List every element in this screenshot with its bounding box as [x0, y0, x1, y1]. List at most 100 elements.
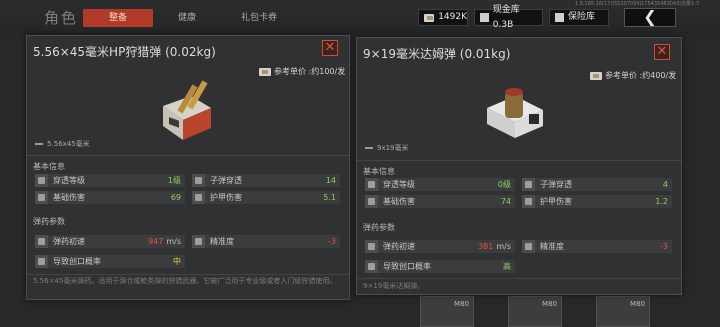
- section-ammo-params: 弹药参数: [33, 217, 65, 226]
- cash-vault-label: 现金库 0.3B: [492, 4, 520, 30]
- stat-base-damage: 基础伤害 74: [365, 195, 515, 208]
- bullet-penetration-icon: [522, 178, 535, 191]
- caliber-label: 9x19毫米: [377, 144, 409, 152]
- caliber-icon: [35, 143, 43, 145]
- stat-bullet-penetration: 子弹穿透 4: [522, 178, 672, 191]
- item-description: 5.56×45毫米弹药。适用于弹仓或枪类弹的狩猎武器。它被广泛用于专业级或者入门…: [33, 277, 337, 285]
- stat-armor-damage: 护甲伤害 5.1: [192, 191, 340, 204]
- penetration-level-icon: [365, 178, 378, 191]
- stat-value: 1.2: [655, 197, 668, 206]
- back-button[interactable]: ❮: [624, 8, 676, 27]
- cash-vault-button[interactable]: 现金库 0.3B: [474, 5, 543, 30]
- page-title: 角色: [44, 9, 79, 27]
- stat-label: 穿透等级: [53, 176, 85, 185]
- stat-value: 高: [503, 262, 511, 271]
- item-title: 9×19毫米达姆弹 (0.01kg): [363, 47, 511, 61]
- wound-icon: [365, 260, 378, 273]
- stat-number: 381: [478, 242, 494, 251]
- stat-accuracy: 精准度 -3: [522, 240, 672, 253]
- penetration-level-icon: [35, 174, 48, 187]
- item-description: 9×19毫米达姆弹。: [363, 282, 425, 290]
- stat-label: 弹药初速: [383, 242, 415, 251]
- stat-armor-damage: 护甲伤害 1.2: [522, 195, 672, 208]
- item-info-panel-left: 5.56×45毫米HP狩猎弹 (0.02kg) ✕ 参考单价 :约100/发 5…: [26, 35, 350, 300]
- stat-label: 子弹穿透: [540, 180, 572, 189]
- muzzle-velocity-icon: [365, 240, 378, 253]
- inventory-slot[interactable]: M80: [508, 296, 562, 327]
- stat-label: 基础伤害: [383, 197, 415, 206]
- stat-penetration-level: 穿透等级 1级: [35, 174, 185, 187]
- tab-gift-coupons[interactable]: 礼包卡券: [228, 9, 290, 27]
- stat-base-damage: 基础伤害 69: [35, 191, 185, 204]
- stat-label: 精准度: [540, 242, 564, 251]
- price-label: 参考单价 :约400/发: [605, 71, 677, 80]
- stat-value: 1级: [167, 176, 181, 185]
- stat-value: 5.1: [323, 193, 336, 202]
- stat-value: 69: [170, 193, 181, 202]
- price-label: 参考单价 :约100/发: [274, 67, 346, 76]
- close-button[interactable]: ✕: [322, 40, 338, 56]
- stat-value: -3: [328, 237, 336, 246]
- section-basic-info: 基本信息: [33, 162, 65, 171]
- item-title: 5.56×45毫米HP狩猎弹 (0.02kg): [33, 45, 216, 59]
- stat-label: 基础伤害: [53, 193, 85, 202]
- vault-icon: [480, 13, 489, 22]
- cash-icon: [259, 67, 271, 76]
- price-info: 参考单价 :约100/发: [259, 66, 345, 77]
- ammo-box-icon: [163, 80, 211, 140]
- debug-info: 1.8.165.16(17)|55207034|175435483043|流量1…: [575, 1, 700, 7]
- stat-label: 弹药初速: [53, 237, 85, 246]
- divider: [357, 160, 681, 161]
- tab-equipment[interactable]: 整备: [83, 9, 153, 27]
- heart-broken-icon: [365, 195, 378, 208]
- stat-unit: m/s: [166, 237, 181, 246]
- currency-display: 1492K: [418, 9, 468, 26]
- stat-value: -3: [660, 242, 668, 251]
- item-info-panel-right: 9×19毫米达姆弹 (0.01kg) ✕ 参考单价 :约400/发 9x19毫米…: [356, 37, 682, 295]
- divider: [357, 278, 681, 279]
- stat-value: 947 m/s: [148, 237, 185, 246]
- crosshair-icon: [192, 235, 205, 248]
- price-info: 参考单价 :约400/发: [590, 70, 676, 81]
- stat-label: 精准度: [210, 237, 234, 246]
- section-basic-info: 基本信息: [363, 167, 395, 176]
- stat-label: 护甲伤害: [540, 197, 572, 206]
- stat-label: 穿透等级: [383, 180, 415, 189]
- inventory-slot[interactable]: M80: [596, 296, 650, 327]
- stat-wound-chance: 导致创口概率 高: [365, 260, 515, 273]
- safe-button[interactable]: 保险库: [549, 9, 609, 26]
- stat-accuracy: 精准度 -3: [192, 235, 340, 248]
- armor-damage-icon: [192, 191, 205, 204]
- heart-broken-icon: [35, 191, 48, 204]
- safe-label: 保险库: [568, 12, 596, 22]
- wound-icon: [35, 255, 48, 268]
- safe-icon: [555, 13, 564, 22]
- slot-label: M80: [630, 300, 645, 308]
- muzzle-velocity-icon: [35, 235, 48, 248]
- slot-label: M80: [454, 300, 469, 308]
- section-ammo-params: 弹药参数: [363, 223, 395, 232]
- stat-wound-chance: 导致创口概率 中: [35, 255, 185, 268]
- stat-penetration-level: 穿透等级 0级: [365, 178, 515, 191]
- bullet-penetration-icon: [192, 174, 205, 187]
- close-button[interactable]: ✕: [654, 44, 670, 60]
- stat-value: 中: [173, 257, 181, 266]
- stat-muzzle-velocity: 弹药初速 381 m/s: [365, 240, 515, 253]
- tab-health[interactable]: 健康: [164, 9, 210, 27]
- stat-label: 导致创口概率: [53, 257, 101, 266]
- inventory-slot[interactable]: M80: [420, 296, 474, 327]
- cash-icon: [590, 71, 602, 80]
- top-bar: 角色 整备 健康 礼包卡券 1492K 现金库 0.3B 保险库 ❮ 1.8.1…: [0, 0, 720, 34]
- armor-damage-icon: [522, 195, 535, 208]
- stat-value: 381 m/s: [478, 242, 515, 251]
- slot-label: M80: [542, 300, 557, 308]
- ammo-box-icon: [487, 88, 543, 138]
- caliber-label: 5.56x45毫米: [47, 140, 90, 148]
- stat-label: 护甲伤害: [210, 193, 242, 202]
- divider: [27, 155, 349, 156]
- stat-label: 导致创口概率: [383, 262, 431, 271]
- caliber-info: 5.56x45毫米: [35, 139, 90, 149]
- stat-label: 子弹穿透: [210, 176, 242, 185]
- currency-amount: 1492K: [438, 12, 467, 22]
- caliber-info: 9x19毫米: [365, 143, 409, 153]
